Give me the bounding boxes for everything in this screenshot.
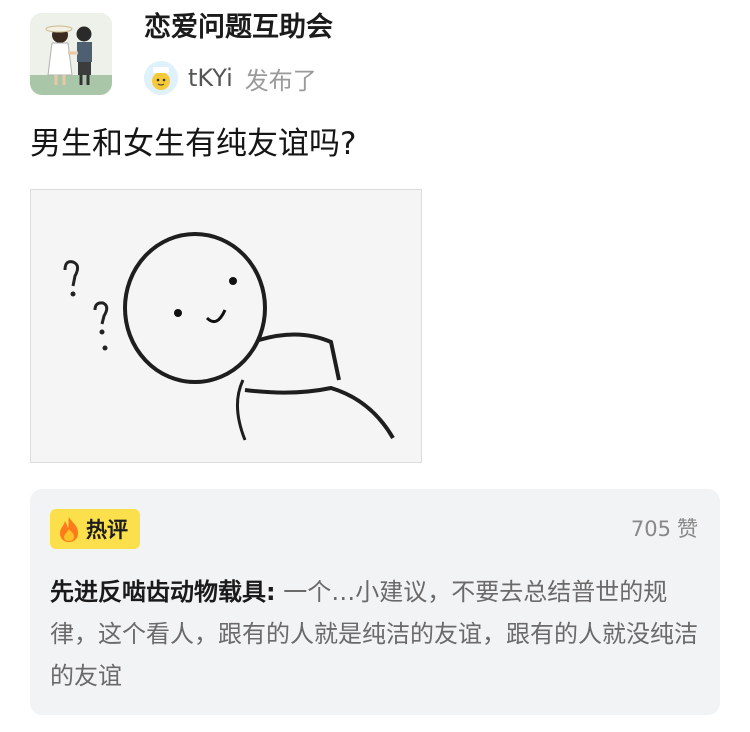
post-page: 恋爱问题互助会 tKYi 发布了 男生和女生有纯友谊吗? 热评 705 赞 先进…: [0, 0, 750, 732]
group-avatar[interactable]: [30, 13, 112, 95]
confused-doodle-face-icon: [31, 190, 421, 462]
author-action: 发布了: [244, 66, 317, 95]
author-row[interactable]: tKYi 发布了: [144, 60, 317, 96]
group-name[interactable]: 恋爱问题互助会: [144, 10, 333, 46]
fire-icon: [60, 517, 78, 542]
author-avatar[interactable]: [144, 61, 178, 95]
like-label: 赞: [677, 517, 698, 541]
author-name[interactable]: tKYi: [188, 64, 233, 92]
hot-comment-label: 热评: [86, 518, 128, 542]
post-image[interactable]: [30, 189, 422, 463]
like-counter[interactable]: 705 赞: [631, 513, 698, 543]
comment-username[interactable]: 先进反啮齿动物载具:: [50, 578, 276, 606]
like-count: 705: [630, 517, 671, 541]
couple-illustration-icon: [30, 13, 112, 95]
comment-body[interactable]: 先进反啮齿动物载具: 一个…小建议，不要去总结普世的规律，这个看人，跟有的人就是…: [50, 571, 702, 697]
post-title[interactable]: 男生和女生有纯友谊吗?: [30, 122, 356, 166]
hot-comment-card[interactable]: 热评 705 赞 先进反啮齿动物载具: 一个…小建议，不要去总结普世的规律，这个看…: [30, 489, 720, 715]
hot-comment-badge: 热评: [50, 509, 140, 549]
cartoon-avatar-icon: [144, 61, 178, 95]
